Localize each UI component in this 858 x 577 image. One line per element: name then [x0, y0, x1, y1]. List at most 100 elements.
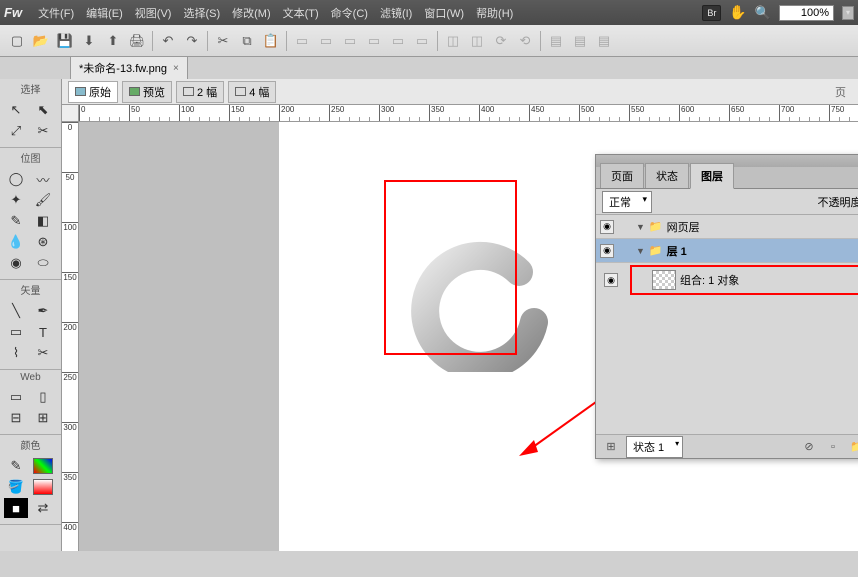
- bridge-button[interactable]: Br: [702, 5, 721, 21]
- layer-name: 网页层: [667, 219, 858, 235]
- pen-tool[interactable]: ✒: [31, 301, 55, 321]
- stroke-color[interactable]: ✎: [4, 456, 28, 476]
- fill-color[interactable]: 🪣: [4, 477, 28, 497]
- close-tab-icon[interactable]: ×: [173, 63, 179, 74]
- undo-button[interactable]: ↶: [157, 30, 179, 52]
- tab-states[interactable]: 状态: [645, 163, 689, 188]
- copy-button[interactable]: ⧉: [236, 30, 258, 52]
- expand-icon[interactable]: ▼: [636, 246, 645, 256]
- ungroup-button[interactable]: ◫: [466, 30, 488, 52]
- align-btn-6[interactable]: ▭: [411, 30, 433, 52]
- freeform-tool[interactable]: ⌇: [4, 343, 28, 363]
- eraser-tool[interactable]: ◧: [31, 211, 55, 231]
- eyedrop-tool[interactable]: ◉: [4, 253, 28, 273]
- slice-tool[interactable]: ▯: [31, 387, 55, 407]
- pointer-tool[interactable]: ↖: [4, 100, 28, 120]
- ruler-horizontal: 0501001502002503003504004505005506006507…: [62, 105, 858, 122]
- document-tabs: *未命名-13.fw.png ×: [0, 57, 858, 79]
- marquee-tool[interactable]: ◯: [4, 169, 28, 189]
- save-button[interactable]: 💾: [54, 30, 76, 52]
- stroke-swatch[interactable]: [31, 456, 55, 476]
- align-btn-5[interactable]: ▭: [387, 30, 409, 52]
- default-colors[interactable]: ■: [4, 498, 28, 518]
- crop-tool[interactable]: ✂: [31, 121, 55, 141]
- rect-tool[interactable]: ▭: [4, 322, 28, 342]
- menu-filters[interactable]: 滤镜(I): [374, 5, 418, 21]
- menu-select[interactable]: 选择(S): [177, 5, 226, 21]
- tab-2up[interactable]: 2 幅: [176, 81, 224, 103]
- hand-icon[interactable]: ✋: [729, 4, 746, 21]
- menu-commands[interactable]: 命令(C): [325, 5, 374, 21]
- export-button[interactable]: ⬆: [102, 30, 124, 52]
- open-button[interactable]: 📂: [30, 30, 52, 52]
- wand-tool[interactable]: ✦: [4, 190, 28, 210]
- hotspot-tool[interactable]: ▭: [4, 387, 28, 407]
- page-button[interactable]: 页: [829, 84, 852, 100]
- zoom-dropdown[interactable]: ▾: [842, 6, 854, 20]
- paste-button[interactable]: 📋: [260, 30, 282, 52]
- opts-icon[interactable]: ⊞: [602, 438, 620, 456]
- align-btn-2[interactable]: ▭: [315, 30, 337, 52]
- document-tab[interactable]: *未命名-13.fw.png ×: [70, 56, 188, 79]
- tab-pages[interactable]: 页面: [600, 163, 644, 188]
- blend-mode-select[interactable]: 正常: [602, 191, 652, 213]
- tab-4up[interactable]: 4 幅: [228, 81, 276, 103]
- layer-row-1[interactable]: ◉ ▼ 📁 层 1: [596, 239, 858, 263]
- redo-button[interactable]: ↷: [181, 30, 203, 52]
- menu-file[interactable]: 文件(F): [32, 5, 80, 21]
- text-tool[interactable]: T: [31, 322, 55, 342]
- lasso-tool[interactable]: 〰: [31, 169, 55, 189]
- align-btn-1[interactable]: ▭: [291, 30, 313, 52]
- new-button[interactable]: ▢: [6, 30, 28, 52]
- brush-tool[interactable]: 🖌: [31, 190, 55, 210]
- menu-view[interactable]: 视图(V): [129, 5, 178, 21]
- tab-layers[interactable]: 图层: [690, 163, 734, 189]
- search-icon[interactable]: 🔍: [755, 5, 771, 21]
- pencil-tool[interactable]: ✎: [4, 211, 28, 231]
- menu-text[interactable]: 文本(T): [277, 5, 325, 21]
- menu-edit[interactable]: 编辑(E): [80, 5, 129, 21]
- lock-icon[interactable]: [618, 220, 632, 234]
- canvas[interactable]: «× 页面 状态 图层 正常 不透明度 100 ▸: [79, 122, 858, 551]
- tools-button[interactable]: ▤: [545, 30, 567, 52]
- bucket-tool[interactable]: ⬭: [31, 253, 55, 273]
- flip-button[interactable]: ⟲: [514, 30, 536, 52]
- visibility-icon[interactable]: ◉: [600, 244, 614, 258]
- layer-row-web[interactable]: ◉ ▼ 📁 网页层 ⇔: [596, 215, 858, 239]
- visibility-icon[interactable]: ◉: [600, 220, 614, 234]
- layers-button[interactable]: ▤: [569, 30, 591, 52]
- link-icon[interactable]: ⊘: [800, 438, 818, 456]
- scale-tool[interactable]: ⤢: [4, 121, 28, 141]
- tab-original[interactable]: 原始: [68, 81, 118, 103]
- rotate-button[interactable]: ⟳: [490, 30, 512, 52]
- group-button[interactable]: ◫: [442, 30, 464, 52]
- misc-button[interactable]: ▤: [593, 30, 615, 52]
- stamp-tool[interactable]: ⊛: [31, 232, 55, 252]
- object-row[interactable]: ◉ 组合: 1 对象: [634, 269, 858, 291]
- line-tool[interactable]: ╲: [4, 301, 28, 321]
- lock-icon[interactable]: [618, 244, 632, 258]
- import-button[interactable]: ⬇: [78, 30, 100, 52]
- menu-help[interactable]: 帮助(H): [470, 5, 519, 21]
- show-slice[interactable]: ⊞: [31, 408, 55, 428]
- hide-slice[interactable]: ⊟: [4, 408, 28, 428]
- expand-icon[interactable]: ▼: [636, 222, 645, 232]
- knife-tool[interactable]: ✂: [31, 343, 55, 363]
- subselect-tool[interactable]: ⬉: [31, 100, 55, 120]
- blur-tool[interactable]: 💧: [4, 232, 28, 252]
- menu-window[interactable]: 窗口(W): [418, 5, 470, 21]
- visibility-icon[interactable]: ◉: [604, 273, 618, 287]
- fill-swatch[interactable]: [31, 477, 55, 497]
- menu-modify[interactable]: 修改(M): [226, 5, 277, 21]
- align-btn-3[interactable]: ▭: [339, 30, 361, 52]
- new-folder-icon[interactable]: 📁: [848, 438, 858, 456]
- align-btn-4[interactable]: ▭: [363, 30, 385, 52]
- state-select[interactable]: 状态 1: [626, 436, 683, 458]
- view-tabs: 原始 预览 2 幅 4 幅 页: [62, 79, 858, 105]
- zoom-field[interactable]: 100%: [779, 5, 834, 21]
- print-button[interactable]: 🖨: [126, 30, 148, 52]
- tab-preview[interactable]: 预览: [122, 81, 172, 103]
- new-sublayer-icon[interactable]: ▫: [824, 438, 842, 456]
- swap-colors[interactable]: ⇄: [31, 498, 55, 518]
- cut-button[interactable]: ✂: [212, 30, 234, 52]
